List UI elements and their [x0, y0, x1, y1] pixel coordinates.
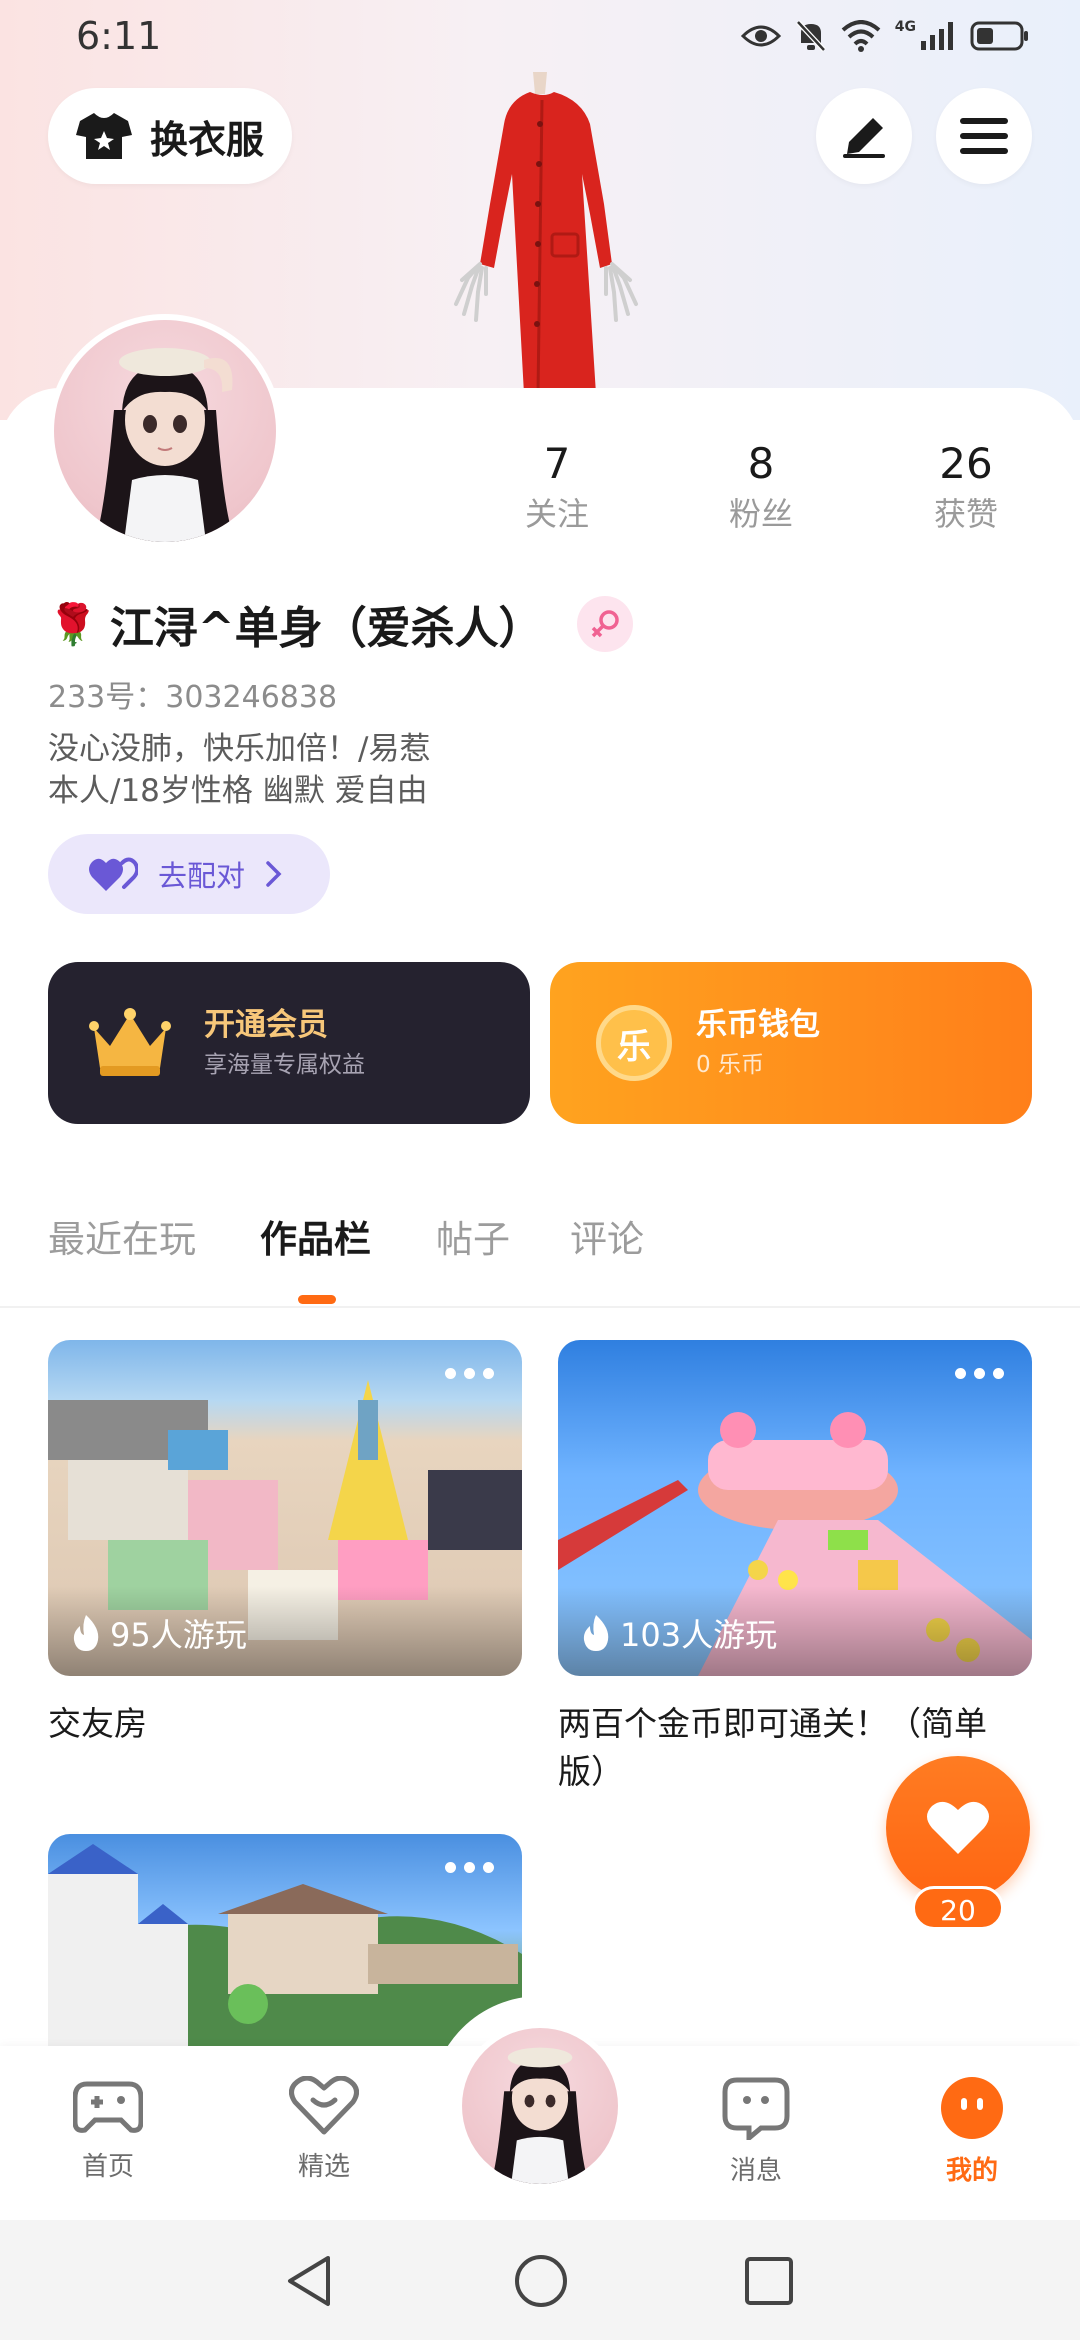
- wallet-balance: 0 乐币: [696, 1052, 764, 1078]
- gamepad-icon: [72, 2081, 144, 2133]
- nav-messages-label: 消息: [729, 2156, 782, 2186]
- back-icon[interactable]: [284, 2254, 334, 2308]
- play-count: 103人游玩: [580, 1610, 777, 1656]
- active-tab-indicator: [298, 1295, 336, 1304]
- wardrobe-label: 换衣服: [150, 117, 265, 162]
- coin-icon: 乐: [596, 1005, 672, 1081]
- profile-tabs: 最近在玩 作品栏 帖子 评论: [0, 1210, 1080, 1306]
- likes-count: 26: [939, 439, 993, 488]
- work-thumbnail: 103人游玩: [558, 1340, 1032, 1676]
- more-options-icon[interactable]: [445, 1862, 494, 1873]
- play-count-text: 95人游玩: [110, 1616, 247, 1654]
- divider: [0, 1306, 1080, 1308]
- tab-recent[interactable]: 最近在玩: [48, 1210, 196, 1270]
- me-icon: [941, 2077, 1003, 2139]
- user-bio: 没心没肺，快乐加倍！/易惹 本人/18岁性格 幽默 爱自由: [48, 728, 668, 812]
- work-thumbnail: 95人游玩: [48, 1340, 522, 1676]
- status-bar: 6:11 4G: [0, 0, 1080, 72]
- match-button[interactable]: 去配对: [48, 834, 330, 914]
- nav-avatar[interactable]: [456, 2022, 624, 2190]
- user-name: 江浔^单身（爱杀人）: [109, 603, 543, 654]
- hamburger-menu-icon: [960, 118, 1008, 154]
- avatar-3d-model[interactable]: [420, 64, 660, 394]
- battery-icon: [970, 21, 1028, 51]
- chevron-right-icon: [266, 861, 282, 887]
- home-circle-icon[interactable]: [514, 2254, 568, 2308]
- wallet-card[interactable]: 乐 乐币钱包 0 乐币: [550, 962, 1032, 1124]
- bio-line: 没心没肺，快乐加倍！/易惹: [48, 731, 431, 767]
- nav-me[interactable]: 我的: [912, 2076, 1032, 2187]
- flame-icon: [73, 1615, 99, 1651]
- work-card[interactable]: [48, 1834, 522, 2074]
- wallet-title: 乐币钱包: [696, 1007, 820, 1043]
- followers-count: 8: [747, 439, 775, 488]
- following-count: 7: [543, 439, 571, 488]
- work-thumbnail: [48, 1834, 522, 2074]
- avatar-portrait: [94, 348, 236, 542]
- work-title: 交友房: [48, 1704, 147, 1743]
- recents-square-icon[interactable]: [744, 2256, 794, 2306]
- vip-subtitle: 享海量专属权益: [204, 1052, 365, 1078]
- user-id: 233号：303246838: [48, 680, 338, 715]
- following-label: 关注: [524, 495, 589, 533]
- mute-bell-icon: [795, 20, 826, 52]
- name-emoji: 🌹: [48, 601, 98, 648]
- bio-line: 本人/18岁性格 幽默 爱自由: [48, 773, 428, 809]
- profile-screen: { "status_bar": { "time": "6:11", "netwo…: [0, 0, 1080, 2340]
- crown-icon: [89, 1008, 171, 1076]
- match-label: 去配对: [158, 859, 246, 893]
- heart-badge-icon: [289, 2075, 359, 2135]
- tab-posts[interactable]: 帖子: [436, 1210, 510, 1270]
- more-options-icon[interactable]: [445, 1368, 494, 1379]
- vip-title: 开通会员: [204, 1007, 328, 1043]
- work-title-line: 两百个金币即可通关！（简单: [558, 1704, 987, 1743]
- tab-works[interactable]: 作品栏: [260, 1210, 371, 1270]
- nav-me-label: 我的: [945, 2156, 998, 2186]
- nav-featured[interactable]: 精选: [264, 2075, 384, 2183]
- following-stat[interactable]: 7 关注: [457, 436, 657, 536]
- nav-home[interactable]: 首页: [48, 2076, 168, 2183]
- work-card[interactable]: 95人游玩 交友房: [48, 1340, 522, 1748]
- coin-glyph: 乐: [617, 1026, 651, 1067]
- system-navigation-bar: [0, 2220, 1080, 2340]
- heart-icon: [927, 1801, 989, 1854]
- more-options-icon[interactable]: [955, 1368, 1004, 1379]
- play-count-text: 103人游玩: [620, 1616, 778, 1654]
- nav-featured-label: 精选: [297, 2152, 350, 2182]
- eye-icon: [740, 25, 781, 47]
- status-icons: 4G: [740, 19, 1030, 53]
- status-time: 6:11: [76, 14, 162, 58]
- name-row: 🌹 江浔^单身（爱杀人）: [48, 592, 633, 656]
- like-count-badge: 20: [912, 1886, 1004, 1930]
- menu-button[interactable]: [936, 88, 1032, 184]
- wardrobe-button[interactable]: 换衣服: [48, 88, 292, 184]
- play-count: 95人游玩: [70, 1610, 247, 1656]
- nav-messages[interactable]: 消息: [696, 2076, 816, 2187]
- edit-profile-button[interactable]: [816, 88, 912, 184]
- work-card[interactable]: 103人游玩 两百个金币即可通关！（简单 版）: [558, 1340, 1032, 1796]
- signal-icon: [921, 22, 953, 50]
- female-gender-icon: [576, 596, 633, 652]
- avatar-portrait: [490, 2047, 590, 2184]
- wifi-icon: [841, 20, 881, 52]
- profile-avatar[interactable]: [48, 314, 282, 548]
- likes-label: 获赞: [933, 495, 998, 533]
- nav-home-label: 首页: [81, 2152, 134, 2182]
- flame-icon: [583, 1615, 609, 1651]
- network-type: 4G: [894, 19, 916, 35]
- vip-membership-card[interactable]: 开通会员 享海量专属权益: [48, 962, 530, 1124]
- shirt-icon: [76, 113, 132, 159]
- pencil-icon: [843, 118, 885, 158]
- followers-stat[interactable]: 8 粉丝: [661, 436, 861, 536]
- tab-comments[interactable]: 评论: [570, 1210, 644, 1270]
- like-button[interactable]: [886, 1756, 1030, 1900]
- chat-bubble-icon: [722, 2077, 790, 2144]
- likes-stat[interactable]: 26 获赞: [866, 436, 1066, 536]
- double-heart-icon: [89, 857, 138, 891]
- followers-label: 粉丝: [728, 495, 793, 533]
